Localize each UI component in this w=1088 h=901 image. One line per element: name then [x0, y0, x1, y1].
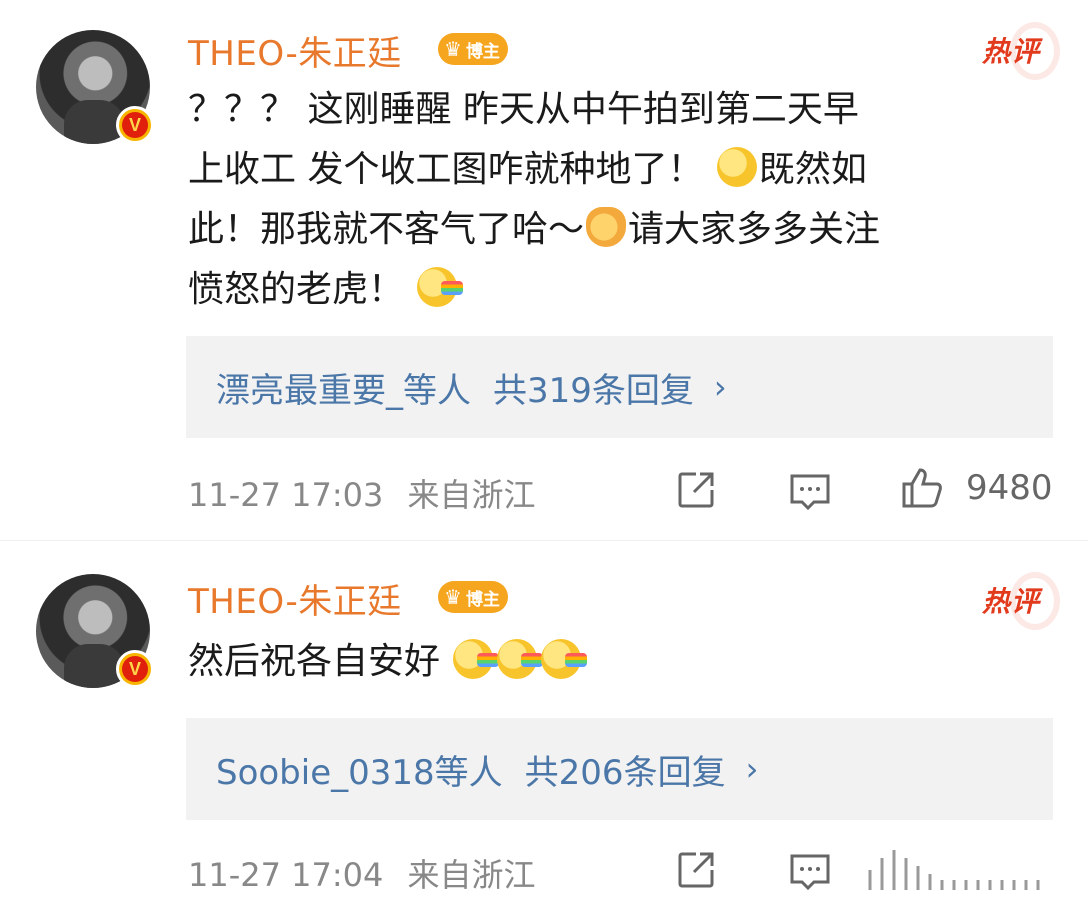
chevron-right-icon: ›	[745, 750, 759, 788]
timestamp: 11-27 17:04	[188, 856, 384, 894]
crown-icon: ♛	[444, 585, 462, 609]
comment-text: ？？？ 这刚睡醒 昨天从中午拍到第二天早 上收工 发个收工图咋就种地了！ 既然如…	[188, 89, 881, 310]
comment-text: 然后祝各自安好	[188, 632, 1058, 692]
blogger-badge: ♛ 博主	[438, 33, 508, 65]
rainbow-emoji-icon	[497, 639, 544, 679]
verified-badge-icon: V	[116, 106, 154, 144]
like-count: 9480	[966, 468, 1053, 508]
share-icon[interactable]	[674, 468, 718, 512]
comment-item: V THEO-朱正廷 ♛ 博主 热评 然后祝各自安好 Soobie_0318等人…	[0, 540, 1088, 901]
hot-comment-tag: 热评	[982, 22, 1061, 80]
crown-icon: ♛	[444, 37, 462, 61]
smirk-emoji-icon	[716, 147, 757, 187]
cat-emoji-icon	[586, 207, 627, 247]
replies-count: 共206条回复	[524, 752, 726, 793]
username[interactable]: THEO-朱正廷	[188, 26, 402, 75]
comment-icon[interactable]	[788, 470, 832, 514]
replies-link[interactable]: 漂亮最重要_等人 共319条回复 ›	[186, 336, 1053, 438]
replies-count: 共319条回复	[493, 370, 694, 411]
username[interactable]: THEO-朱正廷	[188, 574, 402, 623]
replies-by: 漂亮最重要_等人	[216, 370, 471, 411]
rainbow-emoji-icon	[417, 267, 464, 307]
replies-link[interactable]: Soobie_0318等人 共206条回复 ›	[186, 718, 1053, 820]
location: 来自浙江	[407, 856, 536, 894]
share-icon[interactable]	[674, 848, 718, 892]
location: 来自浙江	[407, 476, 536, 514]
comment-meta: 11-27 17:04 来自浙江	[188, 850, 536, 896]
replies-by: Soobie_0318等人	[216, 752, 503, 793]
blogger-badge: ♛ 博主	[438, 581, 508, 613]
rainbow-emoji-icon	[453, 639, 500, 679]
rainbow-emoji-icon	[541, 639, 588, 679]
hot-comment-tag: 热评	[982, 572, 1061, 630]
comment-icon[interactable]	[788, 850, 832, 894]
timestamp: 11-27 17:03	[188, 476, 384, 514]
chevron-right-icon: ›	[713, 368, 727, 406]
watermark-icon	[868, 850, 1040, 890]
verified-badge-icon: V	[116, 650, 154, 688]
comment-meta: 11-27 17:03 来自浙江	[188, 470, 536, 516]
like-icon[interactable]	[900, 466, 944, 510]
comment-item: V THEO-朱正廷 ♛ 博主 热评 ？？？ 这刚睡醒 昨天从中午拍到第二天早 …	[0, 0, 1088, 540]
